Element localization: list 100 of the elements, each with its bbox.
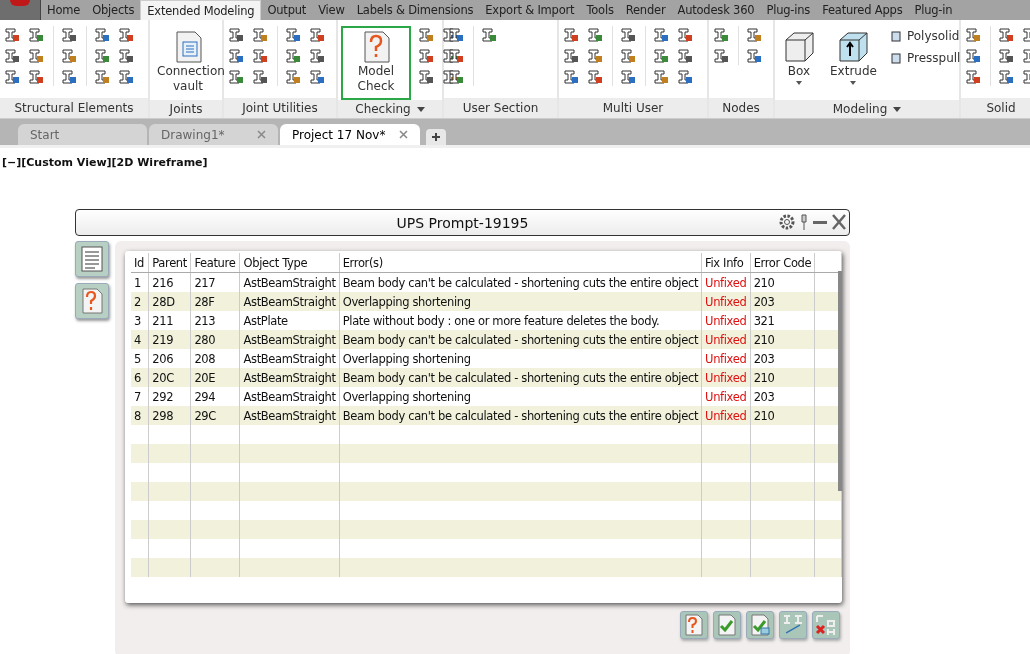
- ribbon-tab[interactable]: Plug-in: [908, 0, 959, 20]
- tool-icon[interactable]: [27, 26, 45, 44]
- tool-icon[interactable]: [447, 47, 465, 65]
- tool-icon[interactable]: [308, 26, 326, 44]
- delete-beam-button[interactable]: [812, 611, 840, 639]
- tool-icon[interactable]: [251, 68, 269, 86]
- check-button[interactable]: [746, 611, 774, 639]
- ribbon-tab[interactable]: Featured Apps: [816, 0, 909, 20]
- pin-icon[interactable]: [799, 213, 809, 231]
- tool-icon[interactable]: [284, 47, 302, 65]
- tool-icon[interactable]: [447, 68, 465, 86]
- tool-icon[interactable]: [676, 47, 694, 65]
- column-header[interactable]: Object Type: [240, 253, 340, 273]
- tool-icon[interactable]: [308, 68, 326, 86]
- tool-icon[interactable]: [284, 26, 302, 44]
- column-header[interactable]: Feature: [190, 253, 240, 273]
- tool-icon[interactable]: [117, 47, 135, 65]
- tool-icon[interactable]: [93, 68, 111, 86]
- tool-icon[interactable]: [586, 68, 604, 86]
- tool-icon[interactable]: [3, 68, 21, 86]
- tool-icon[interactable]: [562, 68, 580, 86]
- model-check-button[interactable]: [75, 283, 109, 319]
- tool-icon[interactable]: [997, 68, 1015, 86]
- tool-icon[interactable]: [251, 26, 269, 44]
- tool-icon[interactable]: [308, 47, 326, 65]
- tool-icon[interactable]: [619, 68, 637, 86]
- close-icon[interactable]: [831, 213, 847, 231]
- tool-icon[interactable]: [712, 26, 730, 44]
- new-tab-button[interactable]: [426, 129, 447, 145]
- report-button[interactable]: [75, 241, 109, 277]
- tool-icon[interactable]: [27, 47, 45, 65]
- column-header[interactable]: Error Code: [750, 253, 815, 273]
- column-header[interactable]: Error(s): [339, 253, 702, 273]
- tool-icon[interactable]: [27, 68, 45, 86]
- panel-title[interactable]: Multi User: [559, 98, 707, 118]
- ribbon-large-button[interactable]: Box: [778, 26, 820, 100]
- tool-icon[interactable]: [964, 68, 982, 86]
- tool-icon[interactable]: [447, 26, 465, 44]
- tool-icon[interactable]: [251, 47, 269, 65]
- tool-icon[interactable]: [562, 47, 580, 65]
- tool-icon[interactable]: [60, 47, 78, 65]
- tool-icon[interactable]: [676, 26, 694, 44]
- tool-icon[interactable]: [417, 47, 435, 65]
- tool-icon[interactable]: [652, 47, 670, 65]
- ribbon-large-button[interactable]: Connection vault: [153, 26, 223, 100]
- ribbon-tab[interactable]: Render: [619, 0, 672, 20]
- tool-icon[interactable]: [652, 26, 670, 44]
- panel-title[interactable]: Nodes: [709, 98, 773, 118]
- tool-icon[interactable]: [712, 47, 730, 65]
- tool-icon[interactable]: [3, 47, 21, 65]
- tool-icon[interactable]: [652, 68, 670, 86]
- tool-icon[interactable]: [60, 26, 78, 44]
- tool-icon[interactable]: [619, 26, 637, 44]
- tool-icon[interactable]: [227, 68, 245, 86]
- panel-title[interactable]: Checking: [338, 100, 442, 118]
- tool-icon[interactable]: [284, 68, 302, 86]
- beam-tool-button[interactable]: [779, 611, 807, 639]
- tool-icon[interactable]: [964, 47, 982, 65]
- tool-icon[interactable]: [997, 26, 1015, 44]
- close-icon[interactable]: [399, 130, 409, 139]
- tool-icon[interactable]: [586, 47, 604, 65]
- tool-icon[interactable]: [997, 47, 1015, 65]
- tool-icon[interactable]: [3, 26, 21, 44]
- document-tab[interactable]: Start: [18, 124, 147, 145]
- tool-icon[interactable]: [117, 26, 135, 44]
- viewport-label[interactable]: [−][Custom View][2D Wireframe]: [2, 156, 1030, 169]
- tool-icon[interactable]: [619, 47, 637, 65]
- ribbon-tab[interactable]: Labels & Dimensions: [350, 0, 480, 20]
- ribbon-tab[interactable]: Home: [41, 0, 87, 20]
- tool-icon[interactable]: [117, 68, 135, 86]
- column-header[interactable]: Id: [131, 253, 149, 273]
- ribbon-tab[interactable]: Plug-ins: [760, 0, 817, 20]
- ribbon-tab[interactable]: Objects: [86, 0, 141, 20]
- tool-icon[interactable]: [227, 47, 245, 65]
- ribbon-tab[interactable]: Tools: [580, 0, 620, 20]
- check-button[interactable]: [713, 611, 741, 639]
- ribbon-tab[interactable]: Output: [261, 0, 313, 20]
- tool-icon[interactable]: [417, 68, 435, 86]
- panel-title[interactable]: Structural Elements: [0, 98, 148, 118]
- ribbon-tab[interactable]: Extended Modeling: [140, 0, 262, 20]
- model-check-button[interactable]: [680, 611, 708, 639]
- document-tab[interactable]: Drawing1*: [149, 124, 278, 145]
- tool-icon[interactable]: [586, 26, 604, 44]
- panel-title[interactable]: Solid: [961, 98, 1030, 118]
- column-header[interactable]: Parent: [148, 253, 191, 273]
- panel-title[interactable]: Modeling: [775, 100, 959, 118]
- ribbon-small-button[interactable]: Presspull: [886, 50, 963, 66]
- panel-title[interactable]: User Section: [444, 98, 557, 118]
- tool-icon[interactable]: [93, 47, 111, 65]
- ribbon-small-button[interactable]: Polysolid: [886, 28, 963, 44]
- tool-icon[interactable]: [562, 26, 580, 44]
- panel-title[interactable]: Joints: [150, 100, 222, 118]
- settings-icon[interactable]: [778, 213, 796, 231]
- tool-icon[interactable]: [964, 26, 982, 44]
- ribbon-large-button[interactable]: Model Check: [341, 26, 411, 100]
- ribbon-tab[interactable]: Export & Import: [479, 0, 581, 20]
- column-header[interactable]: Fix Info: [701, 253, 751, 273]
- ribbon-large-button[interactable]: Extrude: [826, 26, 881, 100]
- panel-title[interactable]: Joint Utilities: [224, 98, 336, 118]
- ribbon-tab[interactable]: Autodesk 360: [671, 0, 761, 20]
